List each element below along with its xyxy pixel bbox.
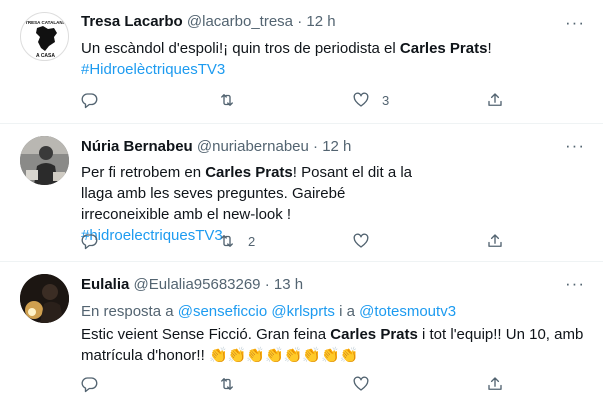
like-button[interactable] — [352, 231, 370, 251]
share-icon — [488, 234, 502, 247]
display-name[interactable]: Eulalia — [81, 276, 129, 293]
tweet-text-part: ! — [487, 40, 492, 57]
retweet-button[interactable] — [218, 90, 236, 110]
separator-dot: · — [264, 276, 270, 293]
tweet[interactable]: Eulalia @Eulalia95683269 · 13 h En respo… — [0, 262, 603, 410]
like-button[interactable] — [352, 374, 370, 394]
mention-link[interactable]: @senseficcio — [178, 303, 267, 320]
avatar[interactable]: TRESA CATALANA A CASA — [20, 12, 69, 61]
retweet-icon — [221, 94, 233, 106]
tweet-header: Tresa Lacarbo @lacarbo_tresa · 12 h — [81, 12, 591, 32]
share-button[interactable] — [486, 90, 504, 110]
hashtag-link[interactable]: #HidroelèctriquesTV3 — [81, 61, 225, 78]
tweet-text-bold: Carles Prats — [330, 326, 418, 343]
avatar[interactable] — [20, 136, 69, 185]
reply-button[interactable] — [81, 374, 99, 394]
timestamp[interactable]: 12 h — [306, 13, 335, 30]
tweet-actions: 2 — [0, 231, 603, 251]
reply-prefix: En resposta a — [81, 303, 178, 320]
tweet-header: Núria Bernabeu @nuriabernabeu · 12 h — [81, 137, 591, 157]
more-icon[interactable]: ··· — [563, 137, 587, 159]
display-name[interactable]: Núria Bernabeu — [81, 138, 193, 155]
retweet-icon — [221, 235, 233, 247]
tweet-text-part: Per fi retrobem en — [81, 164, 206, 181]
mention-link[interactable]: @krlsprts — [271, 303, 335, 320]
separator-dot: · — [297, 13, 303, 30]
tweet[interactable]: Núria Bernabeu @nuriabernabeu · 12 h Per… — [0, 124, 603, 262]
tweet[interactable]: TRESA CATALANA A CASA Tresa Lacarbo @lac… — [0, 0, 603, 124]
share-button[interactable] — [486, 374, 504, 394]
reply-icon — [81, 377, 98, 393]
user-handle[interactable]: @nuriabernabeu — [197, 138, 309, 155]
more-icon[interactable]: ··· — [563, 14, 587, 36]
retweet-icon — [221, 378, 233, 390]
retweet-button[interactable]: 2 — [218, 231, 255, 251]
separator-dot: · — [313, 138, 319, 155]
share-icon — [488, 93, 502, 106]
avatar[interactable] — [20, 274, 69, 323]
tweet-header: Eulalia @Eulalia95683269 · 13 h — [81, 275, 591, 295]
tweet-text: Un escàndol d'espoli!¡ quin tros de peri… — [81, 38, 591, 80]
like-icon — [353, 376, 369, 391]
reply-icon — [81, 93, 98, 109]
tweet-actions: 3 — [0, 90, 603, 110]
more-icon[interactable]: ··· — [563, 275, 587, 297]
reply-icon — [81, 234, 98, 250]
tweet-text-bold: Carles Prats — [205, 164, 293, 181]
tweet-actions — [0, 374, 603, 394]
svg-text:TRESA CATALANA: TRESA CATALANA — [25, 20, 66, 25]
share-button[interactable] — [486, 231, 504, 251]
mention-link[interactable]: @totesmoutv3 — [359, 303, 456, 320]
like-icon — [353, 92, 369, 107]
reply-button[interactable] — [81, 231, 99, 251]
tweet-text-part: Estic veient Sense Ficció. Gran feina — [81, 326, 331, 343]
retweet-button[interactable] — [218, 374, 236, 394]
timestamp[interactable]: 13 h — [274, 276, 303, 293]
like-icon — [353, 233, 369, 248]
timestamp[interactable]: 12 h — [322, 138, 351, 155]
reply-button[interactable] — [81, 90, 99, 110]
like-count: 3 — [382, 92, 390, 108]
reply-and: i a — [334, 303, 360, 320]
retweet-count: 2 — [248, 233, 256, 249]
clap-emojis: 👏👏👏👏👏👏👏👏 — [208, 347, 359, 364]
tweet-text-bold: Carles Prats — [399, 40, 488, 57]
reply-context: En resposta a @senseficcio @krlsprts i a… — [81, 301, 591, 322]
user-handle[interactable]: @lacarbo_tresa — [187, 13, 293, 30]
like-button[interactable]: 3 — [352, 90, 389, 110]
share-icon — [488, 377, 502, 390]
user-handle[interactable]: @Eulalia95683269 — [134, 276, 261, 293]
tweet-text: Estic veient Sense Ficció. Gran feina Ca… — [81, 324, 591, 366]
svg-text:A CASA: A CASA — [36, 53, 55, 59]
display-name[interactable]: Tresa Lacarbo — [81, 13, 183, 30]
tweet-text-part: Un escàndol d'espoli!¡ quin tros de peri… — [81, 40, 400, 57]
